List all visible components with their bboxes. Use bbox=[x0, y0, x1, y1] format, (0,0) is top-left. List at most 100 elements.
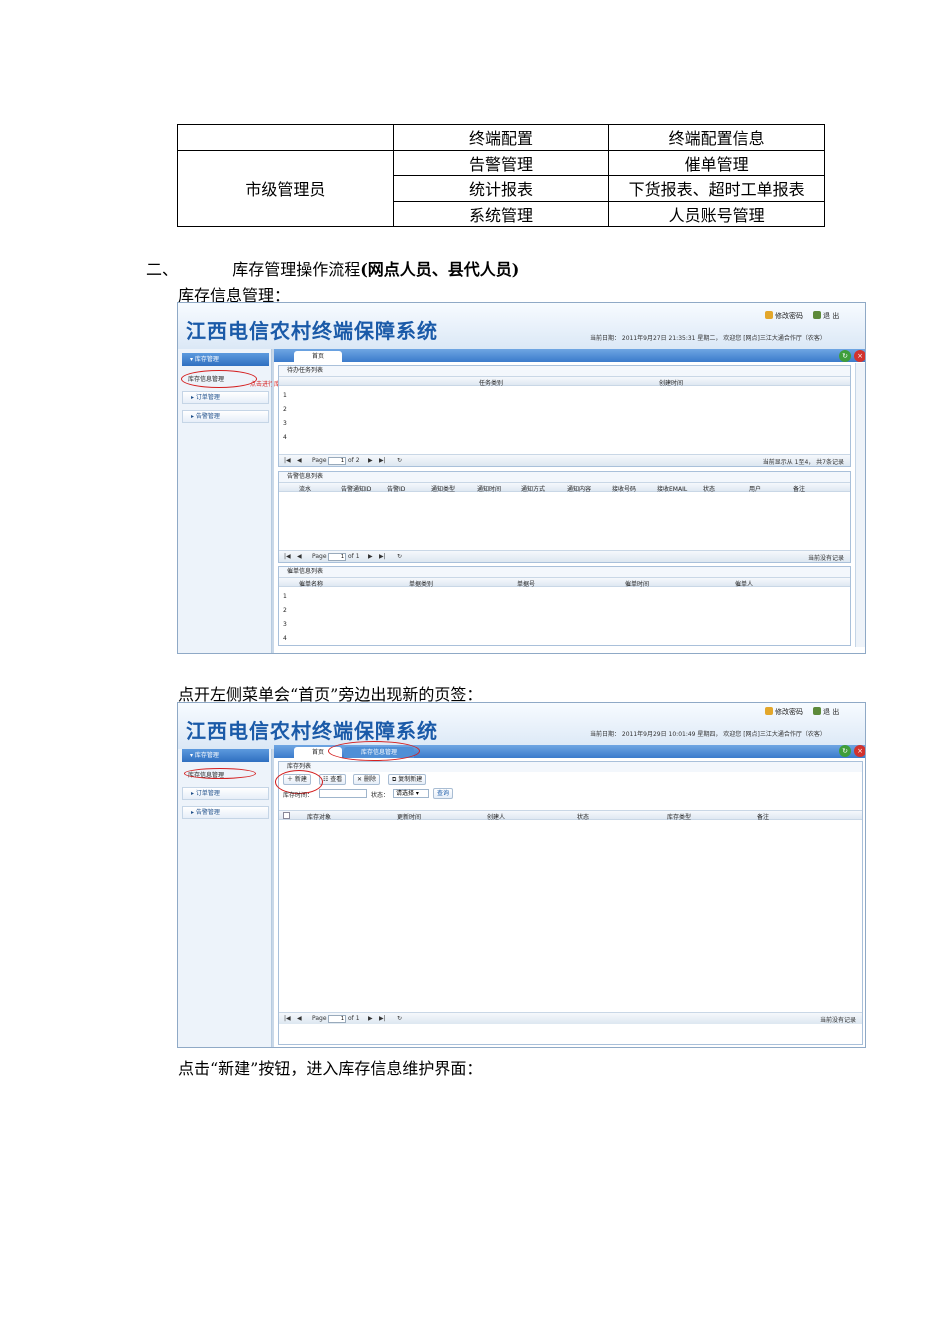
column-header[interactable]: 通知时间 bbox=[477, 484, 501, 493]
app-banner: 江西电信农村终端保障系统 修改密码 退 出 当前日期： 2011年9月27日 2… bbox=[178, 303, 865, 349]
page-input[interactable]: 1 bbox=[328, 1015, 346, 1023]
module-cell: 终端配置 bbox=[392, 124, 610, 151]
screenshot-inventory-list: 江西电信农村终端保障系统 修改密码 退 出 当前日期： 2011年9月29日 1… bbox=[177, 702, 866, 1048]
splitter[interactable] bbox=[272, 349, 274, 653]
prev-page-icon[interactable]: ◀ bbox=[297, 457, 302, 464]
status-line: 当前日期： 2011年9月27日 21:35:31 星期二， 欢迎您 [网点]三… bbox=[590, 335, 826, 342]
last-page-icon[interactable]: ▶| bbox=[379, 553, 386, 560]
change-password-button[interactable]: 修改密码 bbox=[765, 311, 803, 321]
first-page-icon[interactable]: |◀ bbox=[284, 553, 291, 560]
pager-label: Page bbox=[312, 553, 327, 560]
vertical-scrollbar[interactable] bbox=[855, 363, 865, 647]
next-page-icon[interactable]: ▶ bbox=[368, 457, 373, 464]
column-header[interactable]: 单据类别 bbox=[409, 579, 433, 588]
key-icon bbox=[765, 707, 773, 715]
first-page-icon[interactable]: |◀ bbox=[284, 1015, 291, 1022]
row-number: 2 bbox=[283, 607, 287, 614]
column-header[interactable]: 告警通知ID bbox=[341, 484, 371, 493]
pager-label: Page bbox=[312, 457, 327, 464]
panel-title: 告警信息列表 bbox=[279, 472, 850, 482]
last-page-icon[interactable]: ▶| bbox=[379, 457, 386, 464]
next-page-icon[interactable]: ▶ bbox=[368, 1015, 373, 1022]
sidebar-item-inventory[interactable]: ▾ 库存管理 bbox=[182, 353, 269, 366]
column-header[interactable]: 催单名称 bbox=[299, 579, 323, 588]
column-header[interactable]: 备注 bbox=[757, 812, 769, 821]
app-title: 江西电信农村终端保障系统 bbox=[186, 319, 438, 343]
pager-info: 当前没有记录 bbox=[807, 555, 844, 562]
sidebar-item-orders[interactable]: ▸ 订单管理 bbox=[182, 787, 269, 800]
column-header[interactable]: 状态 bbox=[703, 484, 715, 493]
column-header[interactable]: 库存对象 bbox=[307, 812, 331, 821]
refresh-icon[interactable]: ↻ bbox=[397, 553, 402, 560]
page-input[interactable]: 1 bbox=[328, 553, 346, 561]
close-icon[interactable]: × bbox=[854, 745, 865, 757]
highlight-circle bbox=[184, 768, 256, 779]
row-number: 3 bbox=[283, 420, 287, 427]
inventory-time-input[interactable] bbox=[319, 789, 367, 798]
close-icon[interactable]: × bbox=[854, 350, 865, 362]
column-header[interactable]: 催单时间 bbox=[625, 579, 649, 588]
sidebar-item-orders[interactable]: ▸ 订单管理 bbox=[182, 391, 269, 404]
select-all-checkbox[interactable] bbox=[283, 812, 290, 819]
pager-label: Page bbox=[312, 1015, 327, 1022]
role-table: 终端配置 终端配置信息 市级管理员 告警管理 催单管理 统计报表 下货报表、超时… bbox=[177, 124, 825, 227]
filter-time-label: 库存时间： bbox=[283, 792, 314, 799]
highlight-circle bbox=[181, 370, 257, 388]
delete-button[interactable]: ✕ 删除 bbox=[353, 774, 380, 785]
row-number: 1 bbox=[283, 593, 287, 600]
prev-page-icon[interactable]: ◀ bbox=[297, 553, 302, 560]
refresh-icon[interactable]: ↻ bbox=[839, 350, 851, 362]
column-header[interactable]: 用户 bbox=[749, 484, 761, 493]
column-header[interactable]: 告警ID bbox=[387, 484, 405, 493]
sidebar-item-alarms[interactable]: ▸ 告警管理 bbox=[182, 806, 269, 819]
first-page-icon[interactable]: |◀ bbox=[284, 457, 291, 464]
column-header[interactable]: 任务类别 bbox=[479, 378, 503, 387]
column-header[interactable]: 催单人 bbox=[735, 579, 753, 588]
column-header[interactable]: 接收EMAIL bbox=[657, 484, 687, 493]
refresh-icon[interactable]: ↻ bbox=[397, 1015, 402, 1022]
column-header[interactable]: 流水 bbox=[299, 484, 311, 493]
last-page-icon[interactable]: ▶| bbox=[379, 1015, 386, 1022]
column-header[interactable]: 备注 bbox=[793, 484, 805, 493]
row-number: 4 bbox=[283, 434, 287, 441]
row-number: 3 bbox=[283, 621, 287, 628]
column-header[interactable]: 创建人 bbox=[487, 812, 505, 821]
refresh-icon[interactable]: ↻ bbox=[397, 457, 402, 464]
sidebar-item-inventory[interactable]: ▾ 库存管理 bbox=[182, 749, 269, 762]
column-header[interactable]: 更新时间 bbox=[397, 812, 421, 821]
sidebar: ▾ 库存管理 库存信息管理 ▸ 订单管理 ▸ 告警管理 bbox=[178, 749, 272, 1047]
column-header[interactable]: 通知类型 bbox=[431, 484, 455, 493]
copy-new-button[interactable]: ⧉ 复制新建 bbox=[388, 774, 427, 785]
next-page-icon[interactable]: ▶ bbox=[368, 553, 373, 560]
filter-status-label: 状态： bbox=[371, 792, 390, 799]
section-heading: 二、 库存管理操作流程(网点人员、县代人员) bbox=[146, 256, 519, 280]
pagination-bar: |◀ ◀ Page 1 of 1 ▶ ▶| ↻ 当前没有记录 bbox=[279, 550, 850, 562]
column-header[interactable]: 单据号 bbox=[517, 579, 535, 588]
function-cell: 人员账号管理 bbox=[608, 200, 825, 227]
column-header[interactable]: 通知内容 bbox=[567, 484, 591, 493]
column-header[interactable]: 状态 bbox=[577, 812, 589, 821]
paragraph: 点击“新建”按钮，进入库存信息维护界面： bbox=[178, 1059, 483, 1078]
prev-page-icon[interactable]: ◀ bbox=[297, 1015, 302, 1022]
status-select[interactable]: 请选择 ▾ bbox=[393, 789, 429, 798]
app-banner: 江西电信农村终端保障系统 修改密码 退 出 当前日期： 2011年9月29日 1… bbox=[178, 703, 865, 749]
sidebar-item-alarms[interactable]: ▸ 告警管理 bbox=[182, 410, 269, 423]
change-password-button[interactable]: 修改密码 bbox=[765, 707, 803, 717]
splitter[interactable] bbox=[272, 749, 274, 1047]
panel-title: 库存列表 bbox=[279, 762, 862, 772]
refresh-icon[interactable]: ↻ bbox=[839, 745, 851, 757]
page-input[interactable]: 1 bbox=[328, 457, 346, 465]
column-header[interactable]: 创建时间 bbox=[659, 378, 683, 387]
view-button[interactable]: ☷ 查看 bbox=[319, 774, 347, 785]
logout-button[interactable]: 退 出 bbox=[813, 707, 839, 717]
module-cell: 统计报表 bbox=[392, 175, 610, 202]
screenshot-inventory-home: 江西电信农村终端保障系统 修改密码 退 出 当前日期： 2011年9月27日 2… bbox=[177, 302, 866, 654]
pagination-bar: |◀ ◀ Page 1 of 2 ▶ ▶| ↻ 当前显示从 1至4， 共7条记录 bbox=[279, 454, 850, 466]
query-button[interactable]: 查询 bbox=[433, 788, 454, 799]
column-header[interactable]: 通知方式 bbox=[521, 484, 545, 493]
status-line: 当前日期： 2011年9月29日 10:01:49 星期四， 欢迎您 [网点]三… bbox=[590, 731, 826, 738]
logout-button[interactable]: 退 出 bbox=[813, 311, 839, 321]
tab-home[interactable]: 首页 bbox=[294, 351, 342, 362]
column-header[interactable]: 库存类型 bbox=[667, 812, 691, 821]
column-header[interactable]: 接收号码 bbox=[612, 484, 636, 493]
